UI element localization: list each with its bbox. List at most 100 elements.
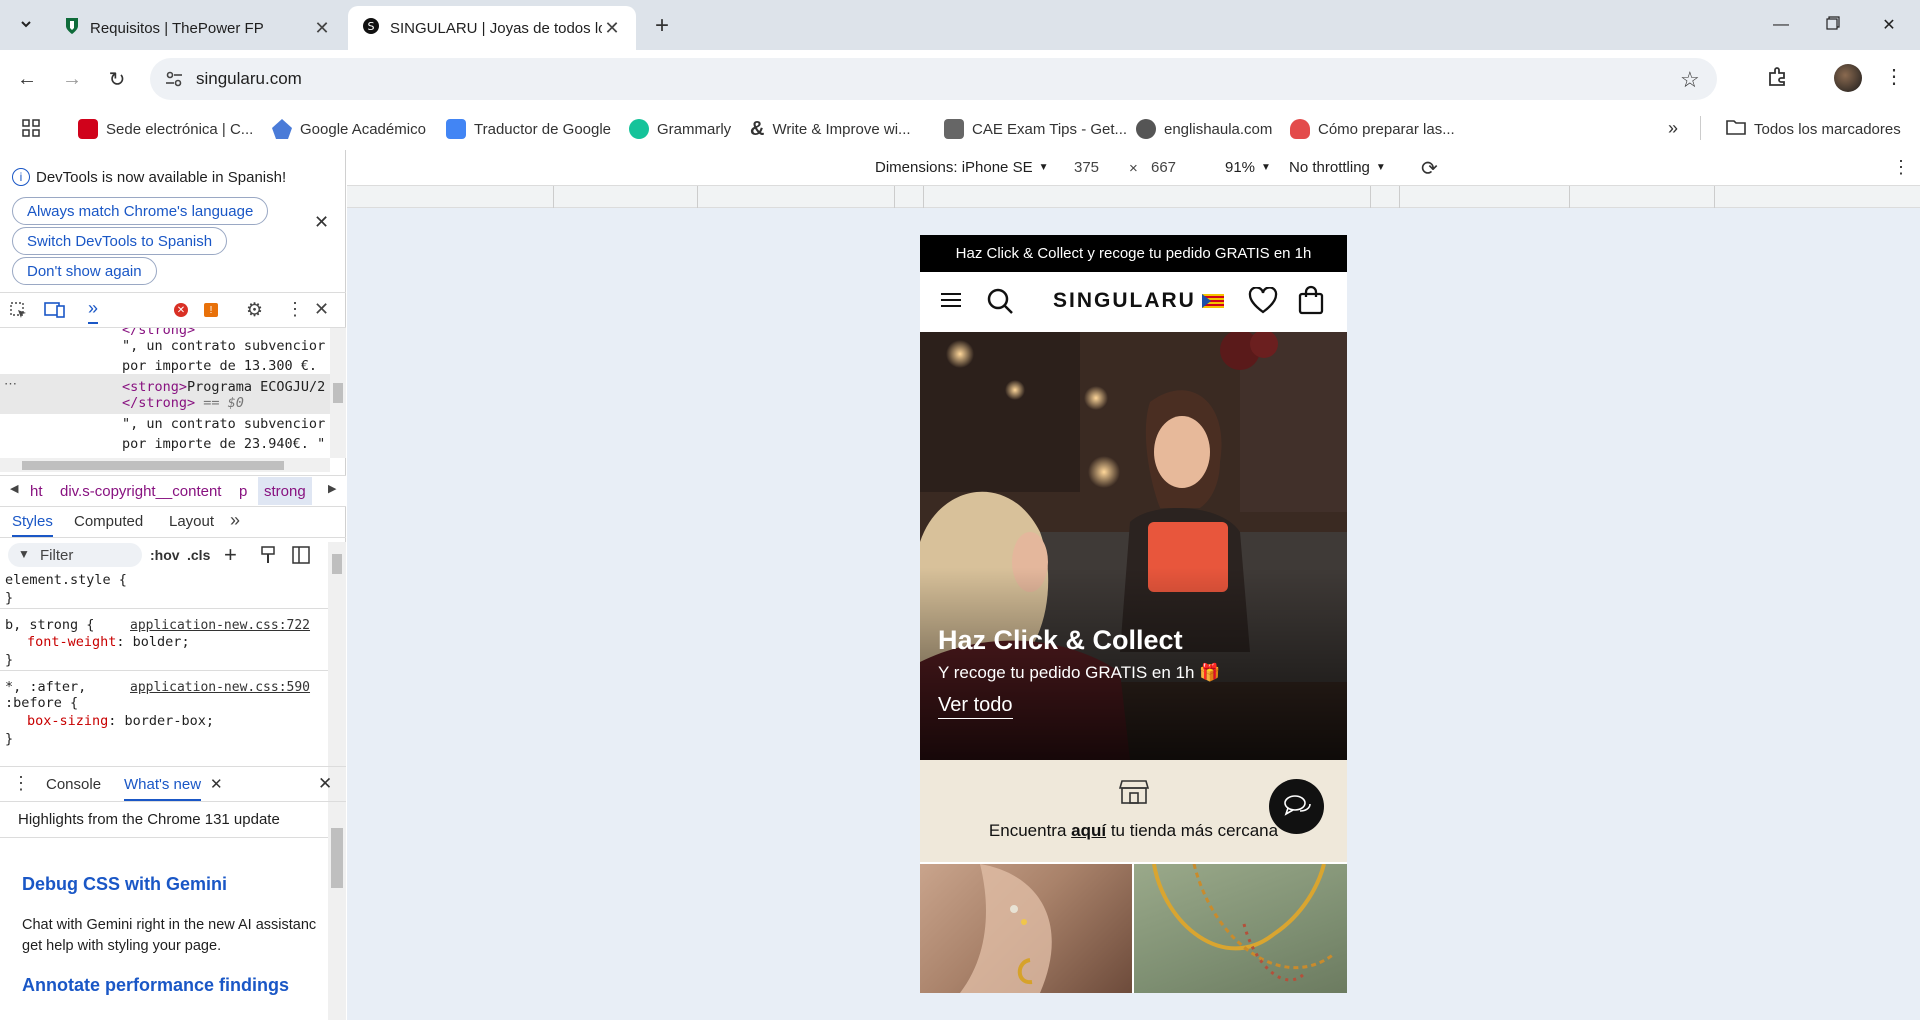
bookmark-como-preparar[interactable]: Cómo preparar las... — [1290, 116, 1455, 142]
bookmark-translate[interactable]: Traductor de Google — [446, 116, 611, 142]
promo-banner[interactable]: Haz Click & Collect y recoge tu pedido G… — [920, 235, 1347, 272]
hero-banner[interactable]: Haz Click & Collect Y recoge tu pedido G… — [920, 332, 1347, 760]
tab-console[interactable]: Console — [46, 776, 101, 793]
hov-toggle[interactable]: :hov — [150, 547, 180, 563]
more-tabs-icon[interactable]: » — [230, 510, 240, 531]
tab-search-button[interactable] — [12, 12, 40, 40]
scroll-thumb[interactable] — [331, 828, 343, 888]
issues-icon[interactable]: ! — [204, 303, 218, 317]
horizontal-scrollbar[interactable] — [0, 458, 330, 472]
search-icon[interactable] — [986, 287, 1014, 319]
new-rule-icon[interactable]: + — [224, 542, 237, 568]
devtools-menu-icon[interactable]: ⋮ — [286, 299, 304, 320]
forward-button[interactable]: → — [55, 62, 89, 96]
inspect-element-icon[interactable] — [10, 302, 28, 324]
bookmark-grammarly[interactable]: Grammarly — [629, 116, 731, 142]
close-window-button[interactable]: ✕ — [1866, 8, 1912, 42]
zoom-select[interactable]: 91% ▼ — [1225, 159, 1271, 176]
scroll-left-icon[interactable]: ◀ — [10, 482, 18, 495]
settings-gear-icon[interactable]: ⚙ — [246, 299, 263, 322]
all-bookmarks-folder[interactable]: Todos los marcadores — [1726, 116, 1901, 142]
scroll-right-icon[interactable]: ▶ — [328, 482, 336, 495]
tab-singularu[interactable]: S SINGULARU | Joyas de todos los estilos… — [348, 6, 636, 50]
close-tab-icon[interactable]: ✕ — [312, 18, 332, 38]
chrome-menu-icon[interactable]: ⋮ — [1884, 64, 1904, 89]
scroll-thumb[interactable] — [22, 461, 284, 470]
error-count-icon[interactable]: ✕ — [174, 303, 188, 317]
product-tile-earrings[interactable] — [920, 864, 1132, 993]
close-drawer-icon[interactable]: ✕ — [318, 774, 332, 794]
close-tab-icon[interactable]: ✕ — [210, 775, 223, 793]
tab-styles[interactable]: Styles — [12, 513, 53, 537]
shopping-bag-icon[interactable] — [1297, 285, 1325, 319]
bookmark-scholar[interactable]: Google Académico — [272, 116, 426, 142]
apps-grid-icon[interactable] — [22, 119, 40, 141]
styles-filter-input[interactable]: ▼ Filter — [8, 543, 142, 567]
sidebar-toggle-icon[interactable] — [292, 546, 310, 568]
tab-layout[interactable]: Layout — [169, 513, 214, 530]
throttling-select[interactable]: No throttling ▼ — [1289, 159, 1386, 176]
device-menu-icon[interactable]: ⋮ — [1892, 157, 1910, 178]
drawer-scrollbar[interactable] — [328, 802, 346, 1020]
tab-whats-new[interactable]: What's new — [124, 776, 202, 801]
heart-icon[interactable] — [1248, 286, 1278, 319]
paint-icon[interactable] — [260, 546, 276, 568]
switch-spanish-button[interactable]: Switch DevTools to Spanish — [12, 227, 228, 255]
arrow-left-icon: ← — [17, 67, 37, 90]
breadcrumb-item[interactable]: p — [239, 483, 247, 500]
breadcrumb: ◀ ht div.s-copyright__content p strong ▶ — [0, 476, 346, 506]
height-input[interactable]: 667 — [1151, 159, 1176, 176]
tab-computed[interactable]: Computed — [74, 513, 143, 530]
code-line: ", un contrato subvencior — [122, 416, 326, 432]
bookmark-englishaula[interactable]: englishaula.com — [1136, 116, 1272, 142]
extensions-icon[interactable] — [1766, 65, 1790, 93]
bookmark-sede[interactable]: Sede electrónica | C... — [78, 116, 253, 142]
close-devtools-icon[interactable]: ✕ — [314, 299, 329, 320]
chat-button[interactable] — [1269, 779, 1324, 834]
tab-requisitos[interactable]: Requisitos | ThePower FP ✕ — [50, 6, 346, 50]
article-title[interactable]: Annotate performance findings — [22, 975, 289, 996]
scroll-thumb[interactable] — [332, 554, 342, 574]
hero-cta-link[interactable]: Ver todo — [938, 694, 1013, 719]
rotate-icon[interactable]: ⟳ — [1421, 156, 1438, 181]
bookmark-cae[interactable]: CAE Exam Tips - Get... — [944, 116, 1127, 142]
code-line: por importe de 13.300 €. — [122, 358, 318, 374]
site-settings-icon[interactable] — [164, 69, 184, 93]
store-locator-link[interactable]: aquí — [1071, 821, 1106, 840]
breadcrumb-item-selected[interactable]: strong — [258, 477, 312, 505]
elements-scrollbar[interactable] — [330, 328, 346, 458]
new-tab-button[interactable]: + — [648, 12, 676, 40]
restore-button[interactable] — [1810, 8, 1856, 42]
address-bar[interactable]: singularu.com ☆ — [150, 58, 1717, 100]
bookmark-write-improve[interactable]: & Write & Improve wi... — [750, 116, 911, 142]
breadcrumb-item[interactable]: ht — [30, 483, 43, 500]
menu-icon[interactable] — [940, 290, 962, 314]
avatar[interactable] — [1834, 64, 1862, 92]
breadcrumb-item[interactable]: div.s-copyright__content — [60, 483, 221, 500]
site-logo[interactable]: SINGULARU — [1053, 289, 1224, 313]
more-tabs-icon[interactable]: » — [88, 298, 99, 324]
cls-toggle[interactable]: .cls — [187, 547, 210, 563]
dont-show-again-button[interactable]: Don't show again — [12, 257, 157, 285]
node-actions-icon[interactable]: ⋯ — [4, 376, 17, 392]
back-button[interactable]: ← — [10, 62, 44, 96]
reload-button[interactable]: ↻ — [100, 62, 134, 96]
css-source-link[interactable]: application-new.css:590 — [130, 680, 310, 695]
article-title[interactable]: Debug CSS with Gemini — [22, 874, 227, 895]
minimize-button[interactable]: — — [1758, 8, 1804, 42]
css-source-link[interactable]: application-new.css:722 — [130, 618, 310, 633]
scroll-thumb[interactable] — [333, 383, 343, 403]
css-declaration[interactable]: font-weight: bolder; — [27, 634, 190, 650]
close-notice-icon[interactable]: ✕ — [314, 212, 329, 233]
drawer-menu-icon[interactable]: ⋮ — [12, 773, 30, 794]
product-tile-necklaces[interactable] — [1134, 863, 1347, 993]
close-tab-icon[interactable]: ✕ — [602, 18, 622, 38]
device-dimensions-select[interactable]: Dimensions: iPhone SE ▼ — [875, 159, 1049, 176]
match-language-button[interactable]: Always match Chrome's language — [12, 197, 269, 225]
more-bookmarks-icon[interactable]: » — [1668, 118, 1678, 139]
css-declaration[interactable]: box-sizing: border-box; — [27, 713, 214, 729]
bookmark-star-icon[interactable]: ☆ — [1680, 67, 1700, 93]
article-body: get help with styling your page. — [22, 938, 222, 954]
width-input[interactable]: 375 — [1074, 159, 1099, 176]
device-toggle-icon[interactable] — [44, 301, 66, 323]
